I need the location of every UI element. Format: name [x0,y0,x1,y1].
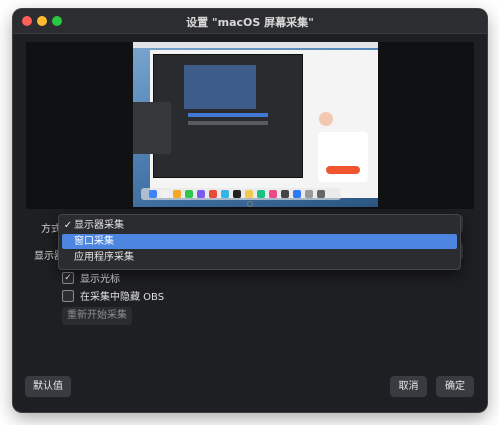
hide-obs-row[interactable]: 在采集中隐藏 OBS [62,288,164,303]
ok-button[interactable]: 确定 [436,376,474,397]
show-cursor-checkbox[interactable]: ✓ [62,271,74,284]
show-cursor-label: 显示光标 [80,274,120,285]
screen-preview-image [133,42,378,207]
window-title: 设置 "macOS 屏幕采集" [186,16,314,29]
menu-item-app-capture[interactable]: 应用程序采集 [62,250,457,265]
cancel-button[interactable]: 取消 [390,376,427,397]
method-dropdown-menu: ✓ 显示器采集 窗口采集 应用程序采集 [58,214,461,270]
preview-resize-handle[interactable] [247,201,253,207]
title-bar: 设置 "macOS 屏幕采集" [13,9,487,34]
capture-preview [26,42,474,209]
menu-item-window-capture[interactable]: 窗口采集 [62,234,457,249]
defaults-button[interactable]: 默认值 [25,376,71,397]
show-cursor-row[interactable]: ✓ 显示光标 [62,270,120,285]
hide-obs-checkbox[interactable] [62,289,74,302]
restart-capture-button[interactable]: 重新开始采集 [62,307,132,325]
settings-window: 设置 "macOS 屏幕采集" 方式 显示器 ✓ 显示光标 在采集中隐藏 OBS… [13,9,487,412]
menu-item-display-capture[interactable]: ✓ 显示器采集 [62,218,457,233]
hide-obs-label: 在采集中隐藏 OBS [80,292,165,303]
checkmark-icon: ✓ [63,220,73,231]
